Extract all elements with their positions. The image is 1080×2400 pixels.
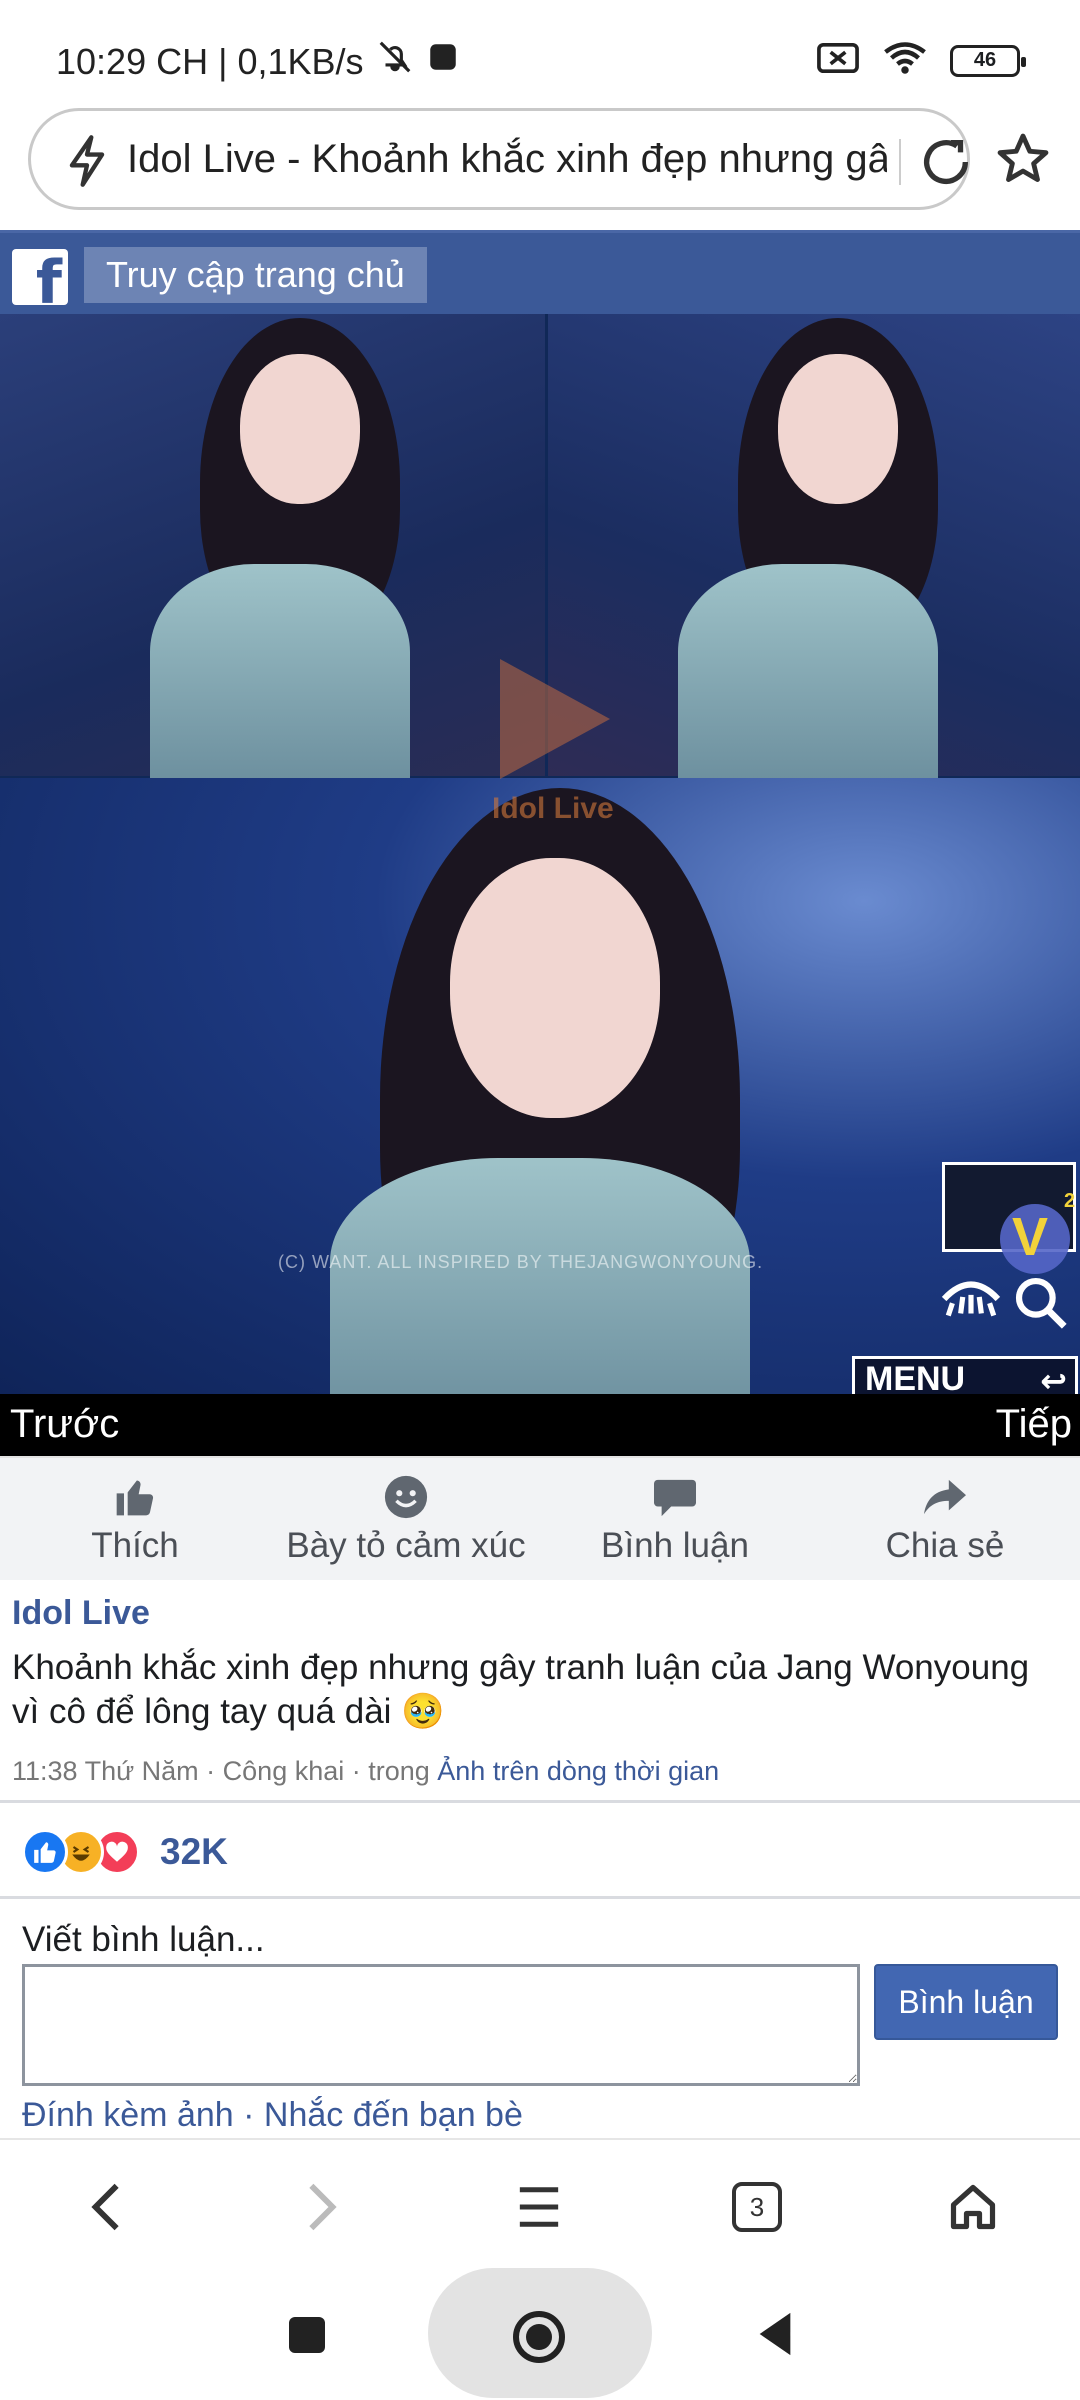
- wifi-icon: [882, 40, 928, 81]
- share-label: Chia sẻ: [885, 1526, 1005, 1565]
- tab-count: 3: [732, 2182, 782, 2232]
- tabs-button[interactable]: 3: [722, 2172, 792, 2242]
- share-button[interactable]: Chia sẻ: [870, 1472, 1020, 1566]
- photo-figure-face: [240, 354, 360, 504]
- like-label: Thích: [91, 1526, 179, 1565]
- link-separator: ·: [233, 2096, 264, 2134]
- like-reaction-icon: [22, 1829, 68, 1875]
- facebook-header: f Truy cập trang chủ: [0, 230, 1080, 314]
- watermark-play-icon: [500, 659, 610, 779]
- overlay-badge-sup: 2: [1064, 1190, 1076, 1212]
- battery-indicator: 46: [950, 44, 1026, 77]
- photo-panel-top-left: [0, 314, 545, 784]
- reload-icon[interactable]: [917, 133, 975, 196]
- page-title-url[interactable]: Idol Live - Khoảnh khắc xinh đẹp nhưng g…: [127, 137, 887, 182]
- post-actions: Thích Bày tỏ cảm xúc Bình luận Chia sẻ: [0, 1456, 1080, 1580]
- post-meta-info: 11:38 Thứ Năm · Công khai · trong: [12, 1756, 438, 1786]
- share-arrow-icon: [870, 1472, 1020, 1522]
- home-circle-icon[interactable]: [506, 2304, 572, 2370]
- photo-figure-face: [778, 354, 898, 504]
- photo-credit: (C) WANT. ALL INSPIRED BY THEJANGWONYOUN…: [278, 1252, 764, 1272]
- photo-figure-dress: [330, 1158, 750, 1394]
- reaction-count: 32K: [160, 1831, 228, 1872]
- browser-navigation-bar: 3: [0, 2138, 1080, 2268]
- react-label: Bày tỏ cảm xúc: [286, 1526, 526, 1565]
- comment-bubble-icon: [590, 1472, 760, 1522]
- post-author[interactable]: Idol Live: [12, 1594, 150, 1633]
- smiley-icon: [270, 1472, 542, 1522]
- bookmark-star-icon[interactable]: [994, 130, 1052, 193]
- address-bar[interactable]: Idol Live - Khoảnh khắc xinh đẹp nhưng g…: [28, 108, 970, 210]
- overlay-badge-letter: V: [1012, 1207, 1049, 1267]
- photo-watermark: Idol Live: [492, 792, 614, 825]
- url-divider: [899, 139, 901, 185]
- status-right: 46: [816, 40, 1026, 81]
- attach-photo-link[interactable]: Đính kèm ảnh: [22, 2096, 234, 2134]
- comment-submit-button[interactable]: Bình luận: [874, 1964, 1058, 2040]
- photo-figure-face: [450, 858, 660, 1118]
- home-link[interactable]: Truy cập trang chủ: [84, 247, 427, 303]
- no-sim-icon: [816, 41, 860, 80]
- photo-figure-dress: [678, 564, 938, 784]
- notification-square-icon: [426, 40, 460, 83]
- post-meta: 11:38 Thứ Năm · Công khai · trong Ảnh tr…: [12, 1756, 719, 1787]
- status-bar: 10:29 CH | 0,1KB/s 46: [0, 0, 1080, 110]
- system-navigation-bar: [0, 2268, 1080, 2400]
- menu-icon[interactable]: [504, 2172, 574, 2242]
- comment-input[interactable]: [22, 1964, 860, 2086]
- photo-figure-dress: [150, 564, 410, 784]
- next-photo-link[interactable]: Tiếp: [996, 1402, 1072, 1447]
- like-button[interactable]: Thích: [60, 1472, 210, 1566]
- overlay-menu-label: MENU: [865, 1360, 966, 1398]
- facebook-logo[interactable]: f: [12, 249, 68, 305]
- status-time-speed: 10:29 CH | 0,1KB/s: [56, 40, 364, 82]
- back-arrow-icon[interactable]: [72, 2172, 142, 2242]
- timeline-photos-link[interactable]: Ảnh trên dòng thời gian: [437, 1756, 719, 1786]
- status-left: 10:29 CH | 0,1KB/s: [56, 38, 460, 85]
- photo-panel-bottom: [0, 778, 1080, 1394]
- thumbs-up-icon: [60, 1472, 210, 1522]
- post-caption: Khoảnh khắc xinh đẹp nhưng gây tranh luậ…: [12, 1648, 1030, 1731]
- reactions-summary[interactable]: 32K: [22, 1826, 228, 1878]
- post-photo[interactable]: Idol Live (C) WANT. ALL INSPIRED BY THEJ…: [0, 314, 1080, 1394]
- comment-prompt: Viết bình luận...: [22, 1920, 265, 1959]
- comment-options: Đính kèm ảnh · Nhắc đến bạn bè: [22, 2096, 523, 2135]
- lightning-icon: [61, 133, 113, 194]
- home-icon[interactable]: [938, 2172, 1008, 2242]
- react-button[interactable]: Bày tỏ cảm xúc: [270, 1472, 542, 1566]
- comment-action-label: Bình luận: [601, 1526, 749, 1565]
- facebook-logo-letter: f: [35, 249, 62, 305]
- overlay-menu-button: MENU ↩: [852, 1356, 1078, 1399]
- search-icon: [1010, 1272, 1072, 1339]
- mention-friends-link[interactable]: Nhắc đến bạn bè: [264, 2096, 523, 2134]
- divider: [0, 1800, 1080, 1803]
- bell-off-icon: [376, 38, 414, 85]
- divider: [0, 1896, 1080, 1899]
- back-triangle-icon[interactable]: [750, 2308, 800, 2360]
- photo-navigation: Trước Tiếp: [0, 1394, 1080, 1456]
- browser-toolbar: Idol Live - Khoảnh khắc xinh đẹp nhưng g…: [0, 108, 1080, 230]
- photo-panel-top-right: [548, 314, 1080, 784]
- forward-arrow-icon[interactable]: [286, 2172, 356, 2242]
- comment-action-button[interactable]: Bình luận: [590, 1472, 760, 1566]
- settings-gear-icon: [940, 1276, 1002, 1327]
- recent-apps-icon[interactable]: [282, 2310, 332, 2360]
- previous-photo-link[interactable]: Trước: [10, 1402, 119, 1447]
